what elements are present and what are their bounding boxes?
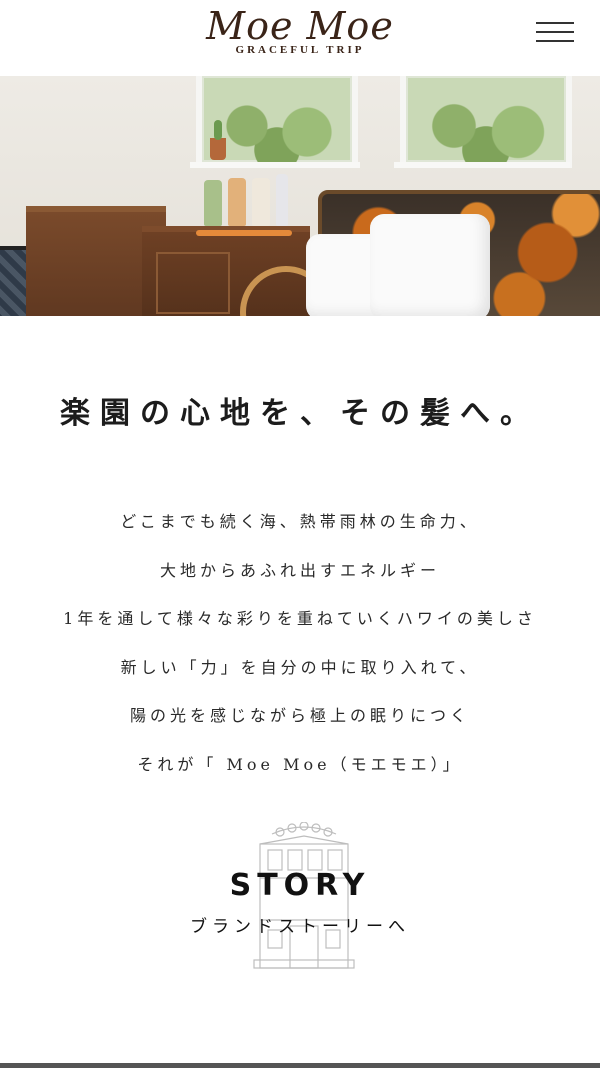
product-bottle bbox=[204, 180, 222, 226]
menu-bar bbox=[536, 31, 574, 33]
intro-line: 新しい「力」を自分の中に取り入れて、 bbox=[120, 657, 480, 677]
window-sill bbox=[394, 162, 570, 168]
hero-image bbox=[0, 76, 600, 316]
site-header: Moe Moe GRACEFUL TRIP bbox=[0, 0, 600, 76]
product-bottle bbox=[276, 174, 288, 226]
story-title: STORY bbox=[229, 868, 371, 903]
intro-copy: どこまでも続く海、熱帯雨林の生命力、 大地からあふれ出すエネルギー 1年を通して… bbox=[0, 498, 600, 789]
intro-line: どこまでも続く海、熱帯雨林の生命力、 bbox=[120, 512, 480, 531]
pillow bbox=[370, 214, 490, 316]
product-bottle bbox=[228, 178, 246, 226]
intro-line: 1年を通して様々な彩りを重ねていくハワイの美しさ bbox=[63, 609, 537, 628]
cactus-pot bbox=[210, 138, 226, 160]
intro-line: それが「 Moe Moe（モエモエ）」 bbox=[137, 754, 463, 774]
intro-line: 大地からあふれ出すエネルギー bbox=[159, 560, 440, 580]
story-subtitle: ブランドストーリーへ bbox=[190, 917, 410, 937]
product-bottle bbox=[252, 178, 270, 226]
intro-line: 陽の光を感じながら極上の眠りにつく bbox=[129, 706, 470, 725]
hamburger-menu-icon[interactable] bbox=[536, 22, 574, 46]
window-sill bbox=[190, 162, 360, 168]
hero-window bbox=[400, 76, 572, 168]
main-headline: 楽園の心地を、その髪へ。 bbox=[60, 396, 540, 431]
logo-tagline: GRACEFUL TRIP bbox=[235, 44, 365, 56]
menu-bar bbox=[536, 40, 574, 42]
story-link[interactable]: STORY ブランドストーリーへ bbox=[170, 822, 430, 982]
cactus bbox=[214, 120, 222, 140]
bottom-divider bbox=[0, 1063, 600, 1068]
brand-logo[interactable]: Moe Moe GRACEFUL TRIP bbox=[0, 6, 600, 56]
hair-tool bbox=[196, 230, 292, 236]
logo-text: Moe Moe bbox=[206, 4, 394, 48]
menu-bar bbox=[536, 22, 574, 24]
